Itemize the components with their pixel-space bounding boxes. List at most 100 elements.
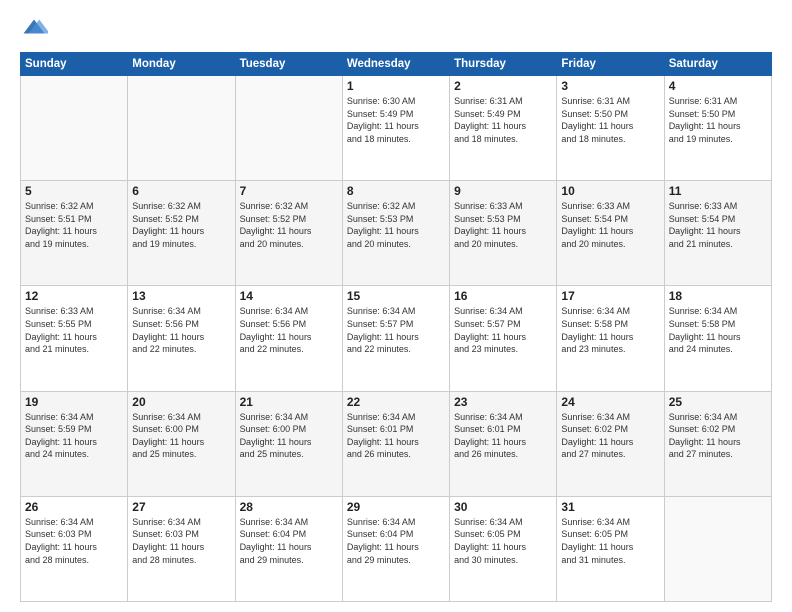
day-number: 28 bbox=[240, 500, 338, 514]
day-info: Sunrise: 6:34 AM Sunset: 6:02 PM Dayligh… bbox=[561, 411, 659, 461]
calendar-day-cell: 18 Sunrise: 6:34 AM Sunset: 5:58 PM Dayli… bbox=[664, 286, 771, 391]
calendar-day-cell bbox=[128, 76, 235, 181]
calendar-day-cell: 11 Sunrise: 6:33 AM Sunset: 5:54 PM Dayli… bbox=[664, 181, 771, 286]
day-info: Sunrise: 6:33 AM Sunset: 5:53 PM Dayligh… bbox=[454, 200, 552, 250]
day-info: Sunrise: 6:34 AM Sunset: 5:58 PM Dayligh… bbox=[669, 305, 767, 355]
day-number: 22 bbox=[347, 395, 445, 409]
day-info: Sunrise: 6:32 AM Sunset: 5:53 PM Dayligh… bbox=[347, 200, 445, 250]
calendar-day-cell: 2Sunrise: 6:31 AM Sunset: 5:49 PM Daylig… bbox=[450, 76, 557, 181]
calendar-day-cell: 19 Sunrise: 6:34 AM Sunset: 5:59 PM Dayli… bbox=[21, 391, 128, 496]
day-info: Sunrise: 6:34 AM Sunset: 6:05 PM Dayligh… bbox=[454, 516, 552, 566]
weekday-header: Wednesday bbox=[342, 53, 449, 76]
day-info: Sunrise: 6:34 AM Sunset: 5:56 PM Dayligh… bbox=[240, 305, 338, 355]
calendar-day-cell: 3 Sunrise: 6:31 AM Sunset: 5:50 PM Daylig… bbox=[557, 76, 664, 181]
calendar-day-cell: 7 Sunrise: 6:32 AM Sunset: 5:52 PM Daylig… bbox=[235, 181, 342, 286]
calendar-day-cell: 17 Sunrise: 6:34 AM Sunset: 5:58 PM Dayli… bbox=[557, 286, 664, 391]
day-number: 13 bbox=[132, 289, 230, 303]
day-info: Sunrise: 6:34 AM Sunset: 5:57 PM Dayligh… bbox=[347, 305, 445, 355]
day-number: 9 bbox=[454, 184, 552, 198]
day-number: 7 bbox=[240, 184, 338, 198]
weekday-header: Sunday bbox=[21, 53, 128, 76]
calendar-day-cell: 28 Sunrise: 6:34 AM Sunset: 6:04 PM Dayli… bbox=[235, 496, 342, 601]
day-info: Sunrise: 6:32 AM Sunset: 5:52 PM Dayligh… bbox=[240, 200, 338, 250]
calendar-day-cell: 9 Sunrise: 6:33 AM Sunset: 5:53 PM Daylig… bbox=[450, 181, 557, 286]
logo bbox=[20, 16, 52, 44]
page: SundayMondayTuesdayWednesdayThursdayFrid… bbox=[0, 0, 792, 612]
weekday-row: SundayMondayTuesdayWednesdayThursdayFrid… bbox=[21, 53, 772, 76]
day-info: Sunrise: 6:34 AM Sunset: 5:58 PM Dayligh… bbox=[561, 305, 659, 355]
weekday-header: Tuesday bbox=[235, 53, 342, 76]
calendar-header: SundayMondayTuesdayWednesdayThursdayFrid… bbox=[21, 53, 772, 76]
header bbox=[20, 16, 772, 44]
calendar-day-cell bbox=[664, 496, 771, 601]
day-info: Sunrise: 6:34 AM Sunset: 6:05 PM Dayligh… bbox=[561, 516, 659, 566]
calendar-day-cell: 25Sunrise: 6:34 AM Sunset: 6:02 PM Dayli… bbox=[664, 391, 771, 496]
day-number: 4 bbox=[669, 79, 767, 93]
calendar-day-cell: 14 Sunrise: 6:34 AM Sunset: 5:56 PM Dayli… bbox=[235, 286, 342, 391]
day-info: Sunrise: 6:31 AM Sunset: 5:50 PM Dayligh… bbox=[669, 95, 767, 145]
day-number: 11 bbox=[669, 184, 767, 198]
calendar-week-row: 1 Sunrise: 6:30 AM Sunset: 5:49 PM Daylig… bbox=[21, 76, 772, 181]
day-number: 16 bbox=[454, 289, 552, 303]
day-number: 6 bbox=[132, 184, 230, 198]
day-number: 8 bbox=[347, 184, 445, 198]
day-number: 29 bbox=[347, 500, 445, 514]
calendar-day-cell: 16 Sunrise: 6:34 AM Sunset: 5:57 PM Dayli… bbox=[450, 286, 557, 391]
day-info: Sunrise: 6:34 AM Sunset: 6:01 PM Dayligh… bbox=[347, 411, 445, 461]
day-info: Sunrise: 6:34 AM Sunset: 6:00 PM Dayligh… bbox=[132, 411, 230, 461]
day-number: 24 bbox=[561, 395, 659, 409]
day-number: 2 bbox=[454, 79, 552, 93]
day-info: Sunrise: 6:34 AM Sunset: 6:03 PM Dayligh… bbox=[132, 516, 230, 566]
day-number: 21 bbox=[240, 395, 338, 409]
day-info: Sunrise: 6:34 AM Sunset: 6:04 PM Dayligh… bbox=[347, 516, 445, 566]
day-number: 17 bbox=[561, 289, 659, 303]
day-info: Sunrise: 6:31 AM Sunset: 5:50 PM Dayligh… bbox=[561, 95, 659, 145]
calendar-day-cell: 12Sunrise: 6:33 AM Sunset: 5:55 PM Dayli… bbox=[21, 286, 128, 391]
day-info: Sunrise: 6:34 AM Sunset: 5:57 PM Dayligh… bbox=[454, 305, 552, 355]
calendar-day-cell: 8 Sunrise: 6:32 AM Sunset: 5:53 PM Daylig… bbox=[342, 181, 449, 286]
day-info: Sunrise: 6:32 AM Sunset: 5:52 PM Dayligh… bbox=[132, 200, 230, 250]
calendar-week-row: 5 Sunrise: 6:32 AM Sunset: 5:51 PM Daylig… bbox=[21, 181, 772, 286]
calendar-day-cell: 29 Sunrise: 6:34 AM Sunset: 6:04 PM Dayli… bbox=[342, 496, 449, 601]
calendar-day-cell: 26Sunrise: 6:34 AM Sunset: 6:03 PM Dayli… bbox=[21, 496, 128, 601]
calendar-week-row: 19 Sunrise: 6:34 AM Sunset: 5:59 PM Dayli… bbox=[21, 391, 772, 496]
calendar-day-cell: 6 Sunrise: 6:32 AM Sunset: 5:52 PM Daylig… bbox=[128, 181, 235, 286]
calendar-day-cell: 23 Sunrise: 6:34 AM Sunset: 6:01 PM Dayli… bbox=[450, 391, 557, 496]
day-info: Sunrise: 6:34 AM Sunset: 6:02 PM Dayligh… bbox=[669, 411, 767, 461]
day-info: Sunrise: 6:34 AM Sunset: 6:04 PM Dayligh… bbox=[240, 516, 338, 566]
calendar-week-row: 12Sunrise: 6:33 AM Sunset: 5:55 PM Dayli… bbox=[21, 286, 772, 391]
weekday-header: Saturday bbox=[664, 53, 771, 76]
calendar-day-cell: 27Sunrise: 6:34 AM Sunset: 6:03 PM Dayli… bbox=[128, 496, 235, 601]
calendar-day-cell bbox=[21, 76, 128, 181]
day-number: 1 bbox=[347, 79, 445, 93]
calendar-day-cell: 5 Sunrise: 6:32 AM Sunset: 5:51 PM Daylig… bbox=[21, 181, 128, 286]
day-info: Sunrise: 6:33 AM Sunset: 5:54 PM Dayligh… bbox=[669, 200, 767, 250]
day-info: Sunrise: 6:30 AM Sunset: 5:49 PM Dayligh… bbox=[347, 95, 445, 145]
day-number: 10 bbox=[561, 184, 659, 198]
day-number: 3 bbox=[561, 79, 659, 93]
day-info: Sunrise: 6:32 AM Sunset: 5:51 PM Dayligh… bbox=[25, 200, 123, 250]
calendar-day-cell: 30Sunrise: 6:34 AM Sunset: 6:05 PM Dayli… bbox=[450, 496, 557, 601]
day-number: 19 bbox=[25, 395, 123, 409]
calendar-day-cell: 15 Sunrise: 6:34 AM Sunset: 5:57 PM Dayli… bbox=[342, 286, 449, 391]
calendar-day-cell: 13Sunrise: 6:34 AM Sunset: 5:56 PM Dayli… bbox=[128, 286, 235, 391]
calendar: SundayMondayTuesdayWednesdayThursdayFrid… bbox=[20, 52, 772, 602]
day-info: Sunrise: 6:34 AM Sunset: 6:01 PM Dayligh… bbox=[454, 411, 552, 461]
calendar-day-cell: 31 Sunrise: 6:34 AM Sunset: 6:05 PM Dayli… bbox=[557, 496, 664, 601]
day-number: 31 bbox=[561, 500, 659, 514]
calendar-day-cell: 1 Sunrise: 6:30 AM Sunset: 5:49 PM Daylig… bbox=[342, 76, 449, 181]
weekday-header: Thursday bbox=[450, 53, 557, 76]
logo-icon bbox=[20, 16, 48, 44]
day-info: Sunrise: 6:34 AM Sunset: 5:59 PM Dayligh… bbox=[25, 411, 123, 461]
calendar-day-cell: 10Sunrise: 6:33 AM Sunset: 5:54 PM Dayli… bbox=[557, 181, 664, 286]
day-number: 5 bbox=[25, 184, 123, 198]
calendar-day-cell bbox=[235, 76, 342, 181]
calendar-week-row: 26Sunrise: 6:34 AM Sunset: 6:03 PM Dayli… bbox=[21, 496, 772, 601]
day-number: 23 bbox=[454, 395, 552, 409]
day-number: 15 bbox=[347, 289, 445, 303]
calendar-day-cell: 22 Sunrise: 6:34 AM Sunset: 6:01 PM Dayli… bbox=[342, 391, 449, 496]
day-number: 12 bbox=[25, 289, 123, 303]
weekday-header: Monday bbox=[128, 53, 235, 76]
day-number: 18 bbox=[669, 289, 767, 303]
day-number: 14 bbox=[240, 289, 338, 303]
